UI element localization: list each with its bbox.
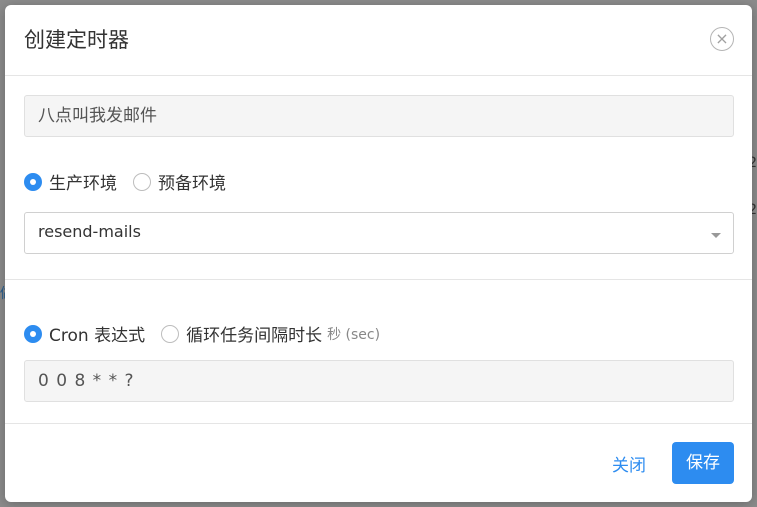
task-select-value: resend-mails: [38, 222, 141, 241]
create-timer-dialog: 创建定时器 × 八点叫我发邮件 生产环境 预备环境 resend-mails C…: [5, 5, 752, 502]
radio-checked-icon: [24, 324, 42, 343]
dialog-footer: 关闭 保存: [612, 442, 734, 484]
radio-label: 循环任务间隔时长: [186, 326, 323, 346]
radio-unchecked-icon: [133, 172, 151, 191]
save-button[interactable]: 保存: [672, 442, 734, 484]
radio-unchecked-icon: [161, 324, 180, 343]
timer-name-input[interactable]: 八点叫我发邮件: [24, 95, 734, 137]
cron-expression-input[interactable]: 0 0 8 * * ?: [24, 360, 734, 402]
dialog-title: 创建定时器: [24, 28, 129, 52]
dialog-header: 创建定时器 ×: [5, 5, 752, 76]
radio-option-production[interactable]: 生产环境: [24, 169, 117, 194]
radio-option-staging[interactable]: 预备环境: [133, 169, 226, 194]
radio-label: 预备环境: [158, 174, 226, 194]
radio-option-interval[interactable]: 循环任务间隔时长 秒 (sec): [161, 321, 380, 346]
radio-label: Cron 表达式: [49, 326, 146, 346]
task-select[interactable]: resend-mails: [24, 212, 734, 254]
schedule-section: Cron 表达式 循环任务间隔时长 秒 (sec) 0 0 8 * * ?: [5, 280, 752, 424]
schedule-radio-group: Cron 表达式 循环任务间隔时长 秒 (sec): [24, 321, 396, 346]
caret-down-icon: [711, 233, 721, 238]
interval-unit-hint: 秒 (sec): [327, 326, 381, 343]
close-icon[interactable]: ×: [710, 27, 734, 51]
close-button[interactable]: 关闭: [612, 451, 646, 476]
environment-radio-group: 生产环境 预备环境: [24, 169, 242, 194]
radio-label: 生产环境: [49, 174, 117, 194]
radio-checked-icon: [24, 172, 42, 191]
radio-option-cron[interactable]: Cron 表达式: [24, 321, 145, 346]
timer-basic-section: 八点叫我发邮件 生产环境 预备环境 resend-mails: [5, 76, 752, 280]
